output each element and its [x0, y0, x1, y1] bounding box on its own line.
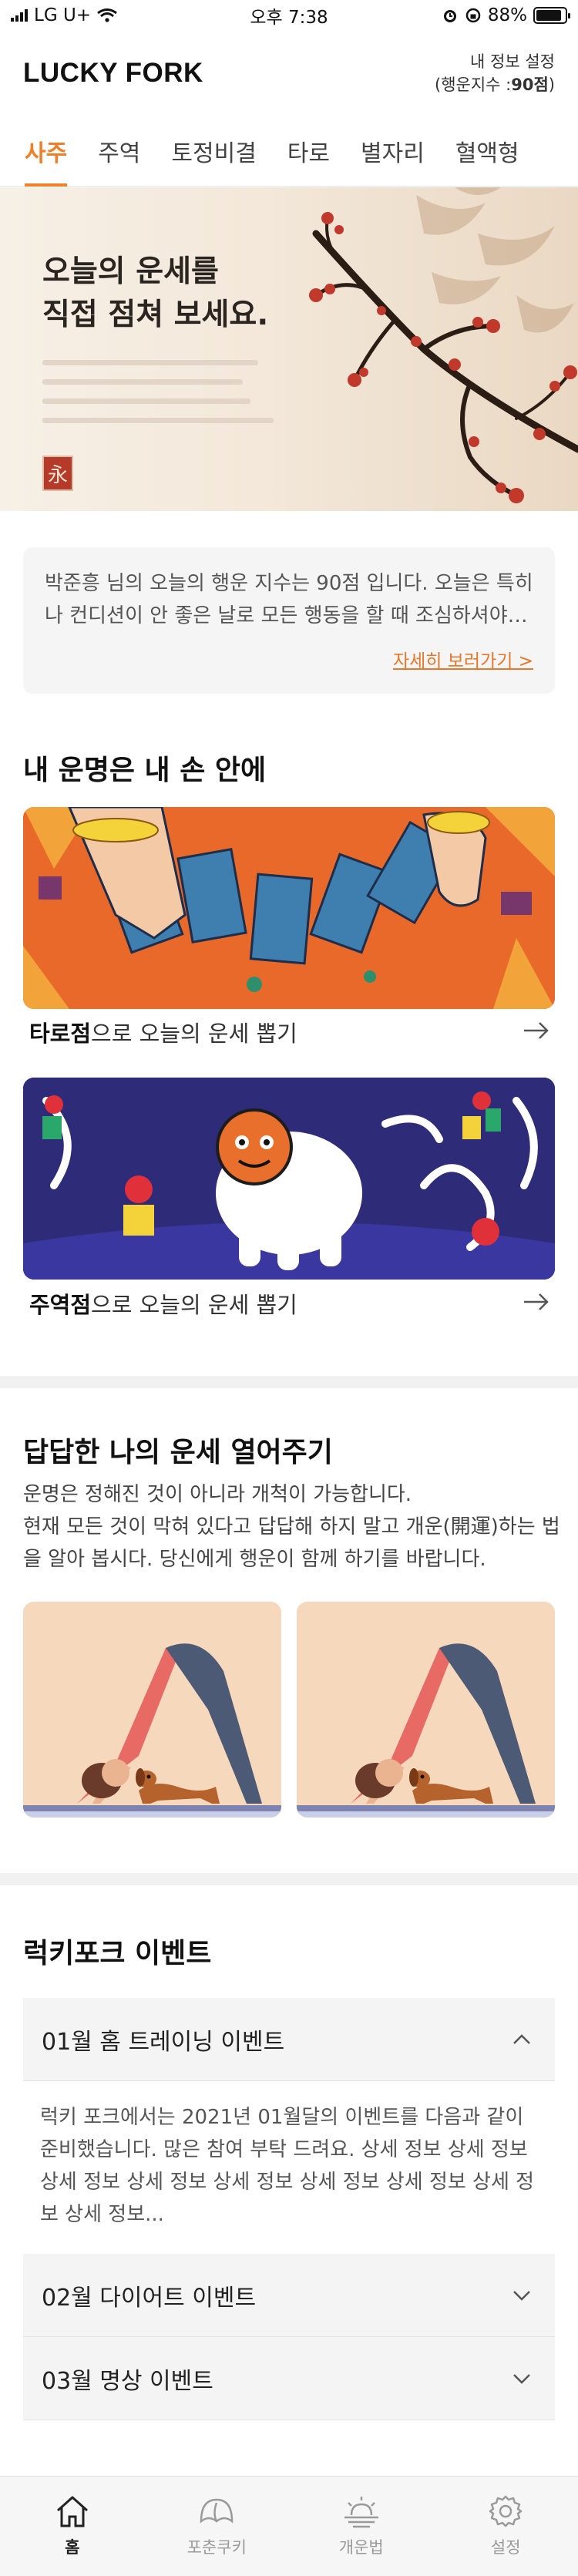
juyeok-banner[interactable] [23, 1078, 555, 1280]
event-body: 럭키 포크에서는 2021년 01월달의 이벤트를 다음과 같이 준비했습니다.… [23, 2081, 555, 2254]
juyeok-link[interactable]: 주역점으로 오늘의 운세 뽑기 [29, 1287, 297, 1320]
battery-fill [536, 10, 561, 21]
gaewoon-card-1[interactable] [23, 1602, 281, 1818]
nav-fortune-cookie-label: 포춘쿠키 [187, 2538, 247, 2557]
nav-gaewoon-label: 개운법 [338, 2538, 384, 2557]
plum-blossom-illustration [309, 187, 578, 503]
nav-home-label: 홈 [65, 2538, 80, 2557]
event-title: 02월 다이어트 이벤트 [42, 2284, 257, 2312]
arrow-right-icon[interactable] [523, 1290, 550, 1313]
app-header: LUCKY FORK 내 정보 설정 (행운지수 : 90점 ) [0, 31, 578, 116]
juyeok-illustration [23, 1078, 555, 1280]
tab-blood-type[interactable]: 혈액형 [440, 116, 535, 187]
seal-stamp: 永 [42, 456, 73, 491]
juyeok-link-bold: 주역점 [29, 1292, 92, 1318]
tarot-link-bold: 타로점 [29, 1021, 92, 1047]
luck-score-value: 90점 [511, 76, 549, 94]
home-icon [56, 2496, 88, 2527]
event-item-march[interactable]: 03월 명상 이벤트 [23, 2337, 555, 2420]
nav-settings-label: 설정 [490, 2538, 521, 2557]
tarot-banner[interactable] [23, 807, 555, 1009]
section-divider [0, 1873, 578, 1885]
nav-home[interactable]: 홈 [0, 2477, 145, 2576]
luck-score-suffix: ) [548, 76, 555, 94]
event-item-february[interactable]: 02월 다이어트 이벤트 [23, 2254, 555, 2337]
yoga-illustration [23, 1602, 281, 1818]
chevron-down-icon[interactable] [512, 2373, 532, 2385]
section-divider [0, 1376, 578, 1388]
luck-score-prefix: (행운지수 : [435, 76, 512, 94]
luck-score: (행운지수 : 90점 ) [435, 73, 555, 96]
tarot-link[interactable]: 타로점으로 오늘의 운세 뽑기 [29, 1016, 297, 1048]
chevron-down-icon[interactable] [512, 2289, 532, 2302]
tab-tarot[interactable]: 타로 [272, 116, 345, 187]
event-title: 03월 명상 이벤트 [42, 2367, 213, 2395]
gaewoon-card-2[interactable] [297, 1602, 555, 1818]
events-accordion: 01월 홈 트레이닝 이벤트 럭키 포크에서는 2021년 01월달의 이벤트를… [23, 1998, 555, 2420]
open-section-title: 답답한 나의 운세 열어주기 [23, 1437, 333, 1468]
signal-icon [11, 9, 28, 22]
status-left: LG U+ [11, 5, 117, 25]
juyeok-link-rest: 으로 오늘의 운세 뽑기 [91, 1292, 297, 1318]
battery-icon [533, 7, 570, 24]
tab-zodiac[interactable]: 별자리 [345, 116, 440, 187]
header-info[interactable]: 내 정보 설정 (행운지수 : 90점 ) [435, 50, 555, 96]
chevron-up-icon[interactable] [512, 2033, 532, 2046]
tab-tojeong[interactable]: 토정비결 [156, 116, 271, 187]
event-item-january[interactable]: 01월 홈 트레이닝 이벤트 [23, 1998, 555, 2081]
wifi-icon [97, 8, 117, 22]
alarm-icon [443, 10, 456, 22]
bottom-navigation: 홈 포춘쿠키 개운법 설정 [0, 2476, 578, 2576]
hero-banner: 오늘의 운세를 직접 점쳐 보세요. 永 [0, 187, 578, 511]
fortune-cookie-icon [200, 2498, 234, 2524]
category-tabs: 사주 주역 토정비결 타로 별자리 혈액형 [0, 116, 578, 187]
nav-settings[interactable]: 설정 [434, 2477, 578, 2576]
app-logo: LUCKY FORK [23, 58, 203, 88]
tab-juyeok[interactable]: 주역 [82, 116, 156, 187]
gear-icon [489, 2495, 523, 2527]
hero-title: 오늘의 운세를 직접 점쳐 보세요. [42, 254, 269, 332]
tarot-link-rest: 으로 오늘의 운세 뽑기 [91, 1021, 297, 1047]
sunrise-icon [344, 2497, 378, 2528]
event-title: 01월 홈 트레이닝 이벤트 [42, 2028, 285, 2056]
fortune-summary-card: 박준흥 님의 오늘의 행운 지수는 90점 입니다. 오늘은 특히 나 컨디션이… [23, 547, 555, 694]
status-right: 88% [442, 5, 570, 25]
fortune-more-link[interactable]: 자세히 보러가기 > [393, 646, 533, 672]
nav-fortune-cookie[interactable]: 포춘쿠키 [145, 2477, 290, 2576]
fortune-text: 박준흥 님의 오늘의 행운 지수는 90점 입니다. 오늘은 특히 나 컨디션이… [45, 572, 533, 627]
tab-saju[interactable]: 사주 [9, 116, 82, 187]
battery-label: 88% [487, 5, 527, 25]
hero-faint-calligraphy [42, 353, 274, 423]
tarot-illustration [23, 807, 555, 1009]
open-section-description: 운명은 정해진 것이 아니라 개척이 가능합니다. 현재 모든 것이 막혀 있다… [23, 1483, 560, 1571]
settings-link[interactable]: 내 정보 설정 [435, 50, 555, 73]
status-bar: LG U+ 오후 7:38 88% [0, 0, 578, 31]
nav-gaewoon[interactable]: 개운법 [289, 2477, 434, 2576]
rotation-lock-icon [465, 8, 481, 23]
events-section-title: 럭키포크 이벤트 [23, 1938, 212, 1969]
yoga-illustration [297, 1602, 555, 1818]
carrier-label: LG U+ [34, 5, 92, 25]
arrow-right-icon[interactable] [523, 1019, 550, 1042]
fate-section-title: 내 운명은 내 손 안에 [23, 755, 267, 786]
